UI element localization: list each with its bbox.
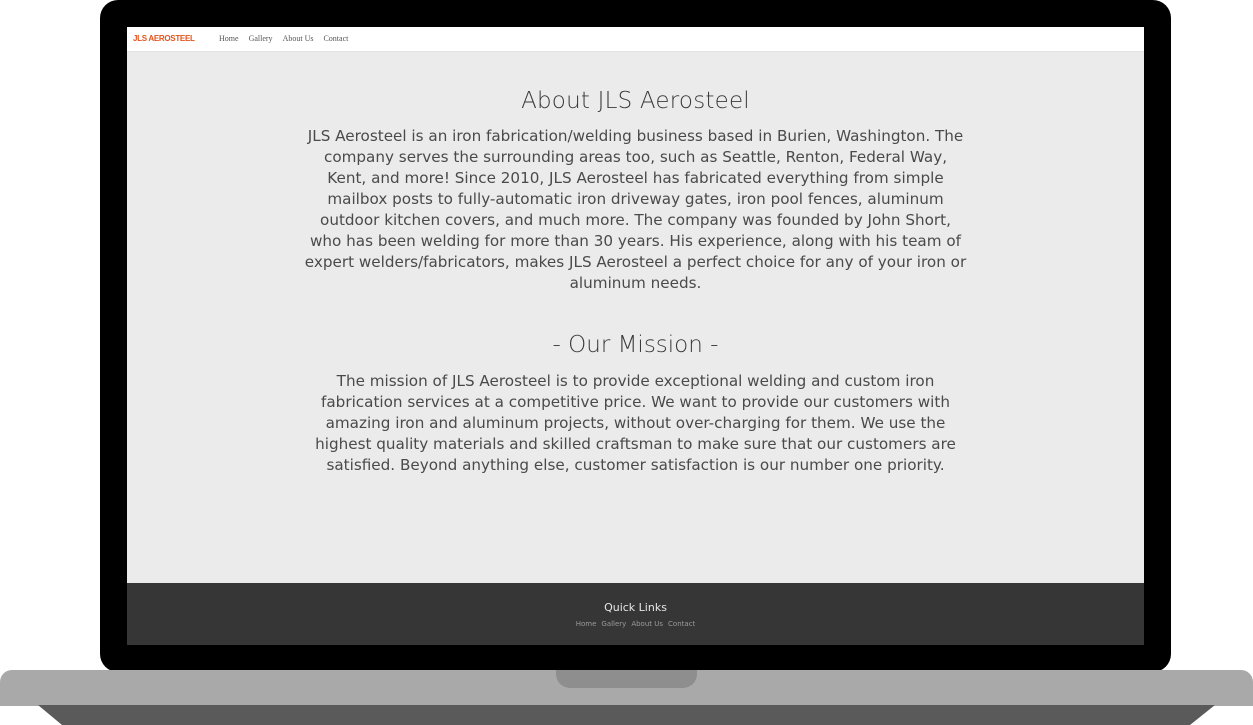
site-footer: Quick Links Home Gallery About Us Contac… (127, 583, 1144, 645)
mission-heading: - Our Mission - (552, 332, 719, 358)
footer-link-about-us[interactable]: About Us (631, 620, 663, 628)
about-paragraph: JLS Aerosteel is an iron fabrication/wel… (304, 127, 967, 292)
footer-link-home[interactable]: Home (576, 620, 597, 628)
site-navbar: JLS AEROSTEEL Home Gallery About Us Cont… (127, 27, 1144, 52)
laptop-notch (556, 670, 697, 688)
footer-link-contact[interactable]: Contact (668, 620, 695, 628)
footer-link-gallery[interactable]: Gallery (601, 620, 626, 628)
quick-links-title: Quick Links (604, 601, 667, 614)
nav-link-contact[interactable]: Contact (323, 34, 348, 43)
laptop-mockup: JLS AEROSTEEL Home Gallery About Us Cont… (0, 0, 1253, 725)
nav-links: Home Gallery About Us Contact (219, 34, 348, 43)
about-heading: About JLS Aerosteel (521, 88, 750, 114)
mission-paragraph: The mission of JLS Aerosteel is to provi… (315, 372, 956, 474)
laptop-screen: JLS AEROSTEEL Home Gallery About Us Cont… (127, 27, 1144, 645)
nav-link-gallery[interactable]: Gallery (249, 34, 273, 43)
quick-links: Home Gallery About Us Contact (127, 620, 1144, 628)
brand-logo[interactable]: JLS AEROSTEEL (133, 34, 195, 43)
nav-link-home[interactable]: Home (219, 34, 239, 43)
main-content: About JLS Aerosteel JLS Aerosteel is an … (127, 51, 1144, 476)
laptop-foot (38, 705, 1215, 725)
nav-link-about-us[interactable]: About Us (283, 34, 314, 43)
